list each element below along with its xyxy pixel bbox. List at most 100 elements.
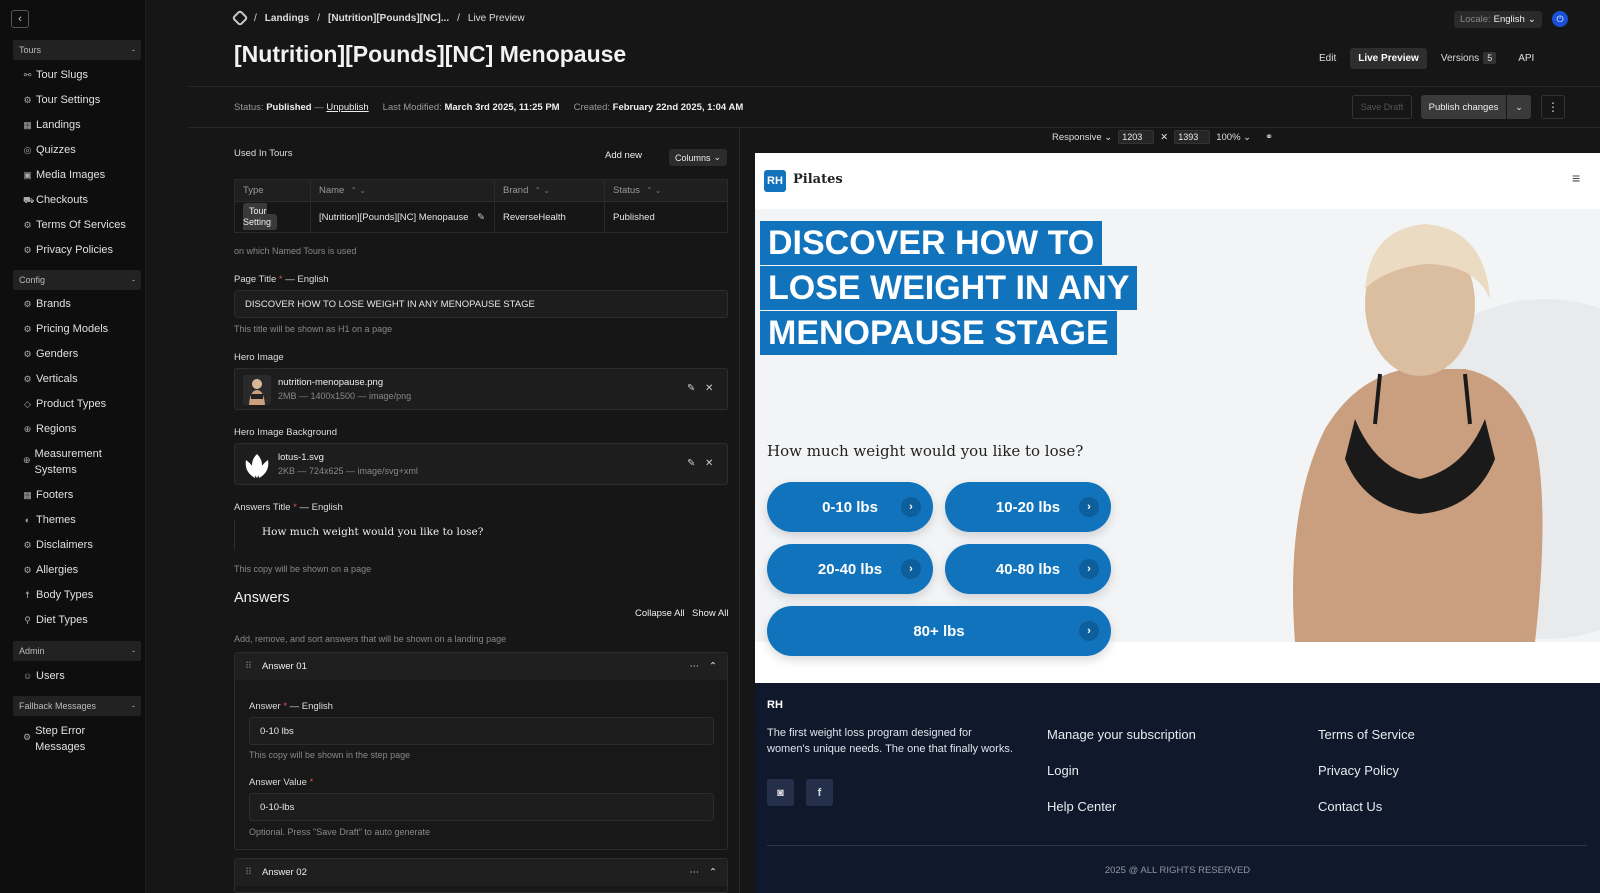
kebab-icon: ⋮ <box>1547 100 1559 114</box>
chevron-right-icon: › <box>901 559 921 579</box>
back-button[interactable]: ‹ <box>11 10 29 28</box>
locale-select[interactable]: Locale: English ⌄ <box>1454 11 1542 28</box>
edit-icon[interactable]: ✎ <box>687 458 695 469</box>
column-header-status[interactable]: Status ⌃ ⌄ <box>604 179 728 202</box>
save-draft-button[interactable]: Save Draft <box>1352 95 1412 119</box>
answer-button[interactable]: 40-80 lbs › <box>945 544 1111 594</box>
sidebar-item-diet-types[interactable]: ⚲ Diet Types <box>23 612 88 628</box>
sort-icon[interactable]: ⌃ ⌄ <box>534 186 550 195</box>
edit-icon[interactable]: ✎ <box>477 212 485 223</box>
page-title-input[interactable]: DISCOVER HOW TO LOSE WEIGHT IN ANY MENOP… <box>234 290 728 318</box>
sidebar-item-quizzes[interactable]: ◎ Quizzes <box>23 142 76 158</box>
sidebar-item-users[interactable]: ☺ Users <box>23 668 65 684</box>
column-header-brand[interactable]: Brand ⌃ ⌄ <box>494 179 605 202</box>
show-all-button[interactable]: Show All <box>692 608 728 619</box>
unpublish-link[interactable]: Unpublish <box>326 102 368 113</box>
link-icon[interactable]: ⚭ <box>1265 132 1273 143</box>
footer-link[interactable]: Contact Us <box>1318 799 1382 814</box>
hero-bg-filename[interactable]: lotus-1.svg <box>278 452 324 463</box>
answers-title-richtext[interactable]: How much weight would you like to lose? <box>234 520 728 550</box>
answer-1-header[interactable]: ⠿ Answer 01 ⋯ ⌃ <box>235 653 727 680</box>
sidebar-item-landings[interactable]: ▦ Landings <box>23 117 80 133</box>
app-logo-icon[interactable] <box>231 9 249 27</box>
edit-icon[interactable]: ✎ <box>687 383 695 394</box>
tab-api[interactable]: API <box>1510 48 1542 69</box>
ellipsis-icon[interactable]: ⋯ <box>690 867 700 878</box>
sidebar-item-measurement-systems[interactable]: ⊕ Measurement Systems <box>23 446 103 478</box>
sort-icon[interactable]: ⌃ ⌄ <box>646 186 662 195</box>
sidebar-item-pricing-models[interactable]: ⚙ Pricing Models <box>23 321 108 337</box>
publish-options-button[interactable]: ⌄ <box>1507 95 1531 119</box>
sidebar-item-body-types[interactable]: ☨ Body Types <box>23 587 93 603</box>
sidebar-item-footers[interactable]: ▦ Footers <box>23 487 73 503</box>
table-row[interactable]: Tour Setting [Nutrition][Pounds][NC] Men… <box>234 201 728 233</box>
chevron-up-icon[interactable]: ⌃ <box>709 867 717 878</box>
sidebar-item-regions[interactable]: ⊕ Regions <box>23 421 77 437</box>
add-new-button[interactable]: Add new <box>605 150 642 161</box>
sidebar-item-allergies[interactable]: ⚙ Allergies <box>23 562 78 578</box>
footer-link[interactable]: Terms of Service <box>1318 727 1415 742</box>
drag-handle-icon[interactable]: ⠿ <box>245 661 252 672</box>
more-options-button[interactable]: ⋮ <box>1541 95 1565 119</box>
sidebar-group-fallback[interactable]: Fallback Messages - <box>13 696 141 716</box>
sidebar-item-product-types[interactable]: ◇ Product Types <box>23 396 106 412</box>
ellipsis-icon[interactable]: ⋯ <box>690 661 700 672</box>
avatar[interactable]: ⏻ <box>1552 11 1568 27</box>
breadcrumb-landings[interactable]: Landings <box>265 13 309 24</box>
collapse-all-button[interactable]: Collapse All <box>635 608 685 619</box>
sidebar-group-config[interactable]: Config - <box>13 270 141 290</box>
power-icon: ⏻ <box>1556 13 1564 24</box>
sidebar-item-checkouts[interactable]: ⛟ Checkouts <box>23 192 88 208</box>
footer-link[interactable]: Manage your subscription <box>1047 727 1196 742</box>
publish-changes-button[interactable]: Publish changes <box>1421 95 1506 119</box>
preview-height-input[interactable]: 1393 <box>1174 130 1211 144</box>
answer-button[interactable]: 20-40 lbs › <box>767 544 933 594</box>
pane-divider[interactable] <box>739 127 740 893</box>
drag-handle-icon[interactable]: ⠿ <box>245 867 252 878</box>
instagram-icon[interactable]: ◙ <box>767 779 794 806</box>
chevron-right-icon: › <box>1079 559 1099 579</box>
sidebar-item-tour-settings[interactable]: ⚙ Tour Settings <box>23 92 100 108</box>
columns-button[interactable]: Columns ⌄ <box>669 149 727 166</box>
globe-icon: ⊕ <box>23 424 32 434</box>
responsive-select[interactable]: Responsive ⌄ <box>1052 132 1112 143</box>
breadcrumb-landing[interactable]: [Nutrition][Pounds][NC]... <box>328 13 449 24</box>
facebook-icon[interactable]: f <box>806 779 833 806</box>
answer-2-header[interactable]: ⠿ Answer 02 ⋯ ⌃ <box>235 859 727 886</box>
sidebar-group-admin[interactable]: Admin - <box>13 641 141 661</box>
sort-icon[interactable]: ⌃ ⌄ <box>350 186 366 195</box>
answer-input[interactable]: 0-10 lbs <box>249 717 714 745</box>
sidebar-item-privacy[interactable]: ⚙ Privacy Policies <box>23 242 113 258</box>
chevron-up-icon[interactable]: ⌃ <box>709 661 717 672</box>
column-header-name[interactable]: Name ⌃ ⌄ <box>310 179 495 202</box>
hero-question: How much weight would you like to lose? <box>767 442 1084 460</box>
sidebar-item-brands[interactable]: ⚙ Brands <box>23 296 70 312</box>
sidebar-item-disclaimers[interactable]: ⚙ Disclaimers <box>23 537 92 553</box>
footer-link[interactable]: Help Center <box>1047 799 1116 814</box>
hero-image-filename[interactable]: nutrition-menopause.png <box>278 377 383 388</box>
sidebar-item-media-images[interactable]: ▣ Media Images <box>23 167 105 183</box>
sidebar-group-tours[interactable]: Tours - <box>13 40 141 60</box>
tab-live-preview[interactable]: Live Preview <box>1350 48 1427 69</box>
answer-button[interactable]: 0-10 lbs › <box>767 482 933 532</box>
footer-link[interactable]: Privacy Policy <box>1318 763 1399 778</box>
tab-versions[interactable]: Versions 5 <box>1433 48 1504 69</box>
answer-value-input[interactable]: 0-10-lbs <box>249 793 714 821</box>
sidebar-item-terms[interactable]: ⚙ Terms Of Services <box>23 217 125 233</box>
tab-edit[interactable]: Edit <box>1311 48 1344 69</box>
sidebar-item-verticals[interactable]: ⚙ Verticals <box>23 371 77 387</box>
answer-button[interactable]: 80+ lbs › <box>767 606 1111 656</box>
footer-link[interactable]: Login <box>1047 763 1079 778</box>
zoom-select[interactable]: 100% ⌄ <box>1216 132 1251 143</box>
hamburger-menu-icon[interactable]: ≡ <box>1572 170 1580 186</box>
sidebar-item-genders[interactable]: ⚙ Genders <box>23 346 78 362</box>
rh-logo[interactable]: RH <box>764 170 786 192</box>
preview-footer: RH The first weight loss program designe… <box>755 683 1600 893</box>
sidebar-item-themes[interactable]: ◐ Themes <box>23 512 76 528</box>
preview-width-input[interactable]: 1203 <box>1118 130 1155 144</box>
close-icon[interactable]: ✕ <box>705 458 713 469</box>
answer-button[interactable]: 10-20 lbs › <box>945 482 1111 532</box>
close-icon[interactable]: ✕ <box>705 383 713 394</box>
sidebar-item-tour-slugs[interactable]: ⚯ Tour Slugs <box>23 67 88 83</box>
sidebar-item-step-error-messages[interactable]: ⚙ Step Error Messages <box>23 723 95 755</box>
